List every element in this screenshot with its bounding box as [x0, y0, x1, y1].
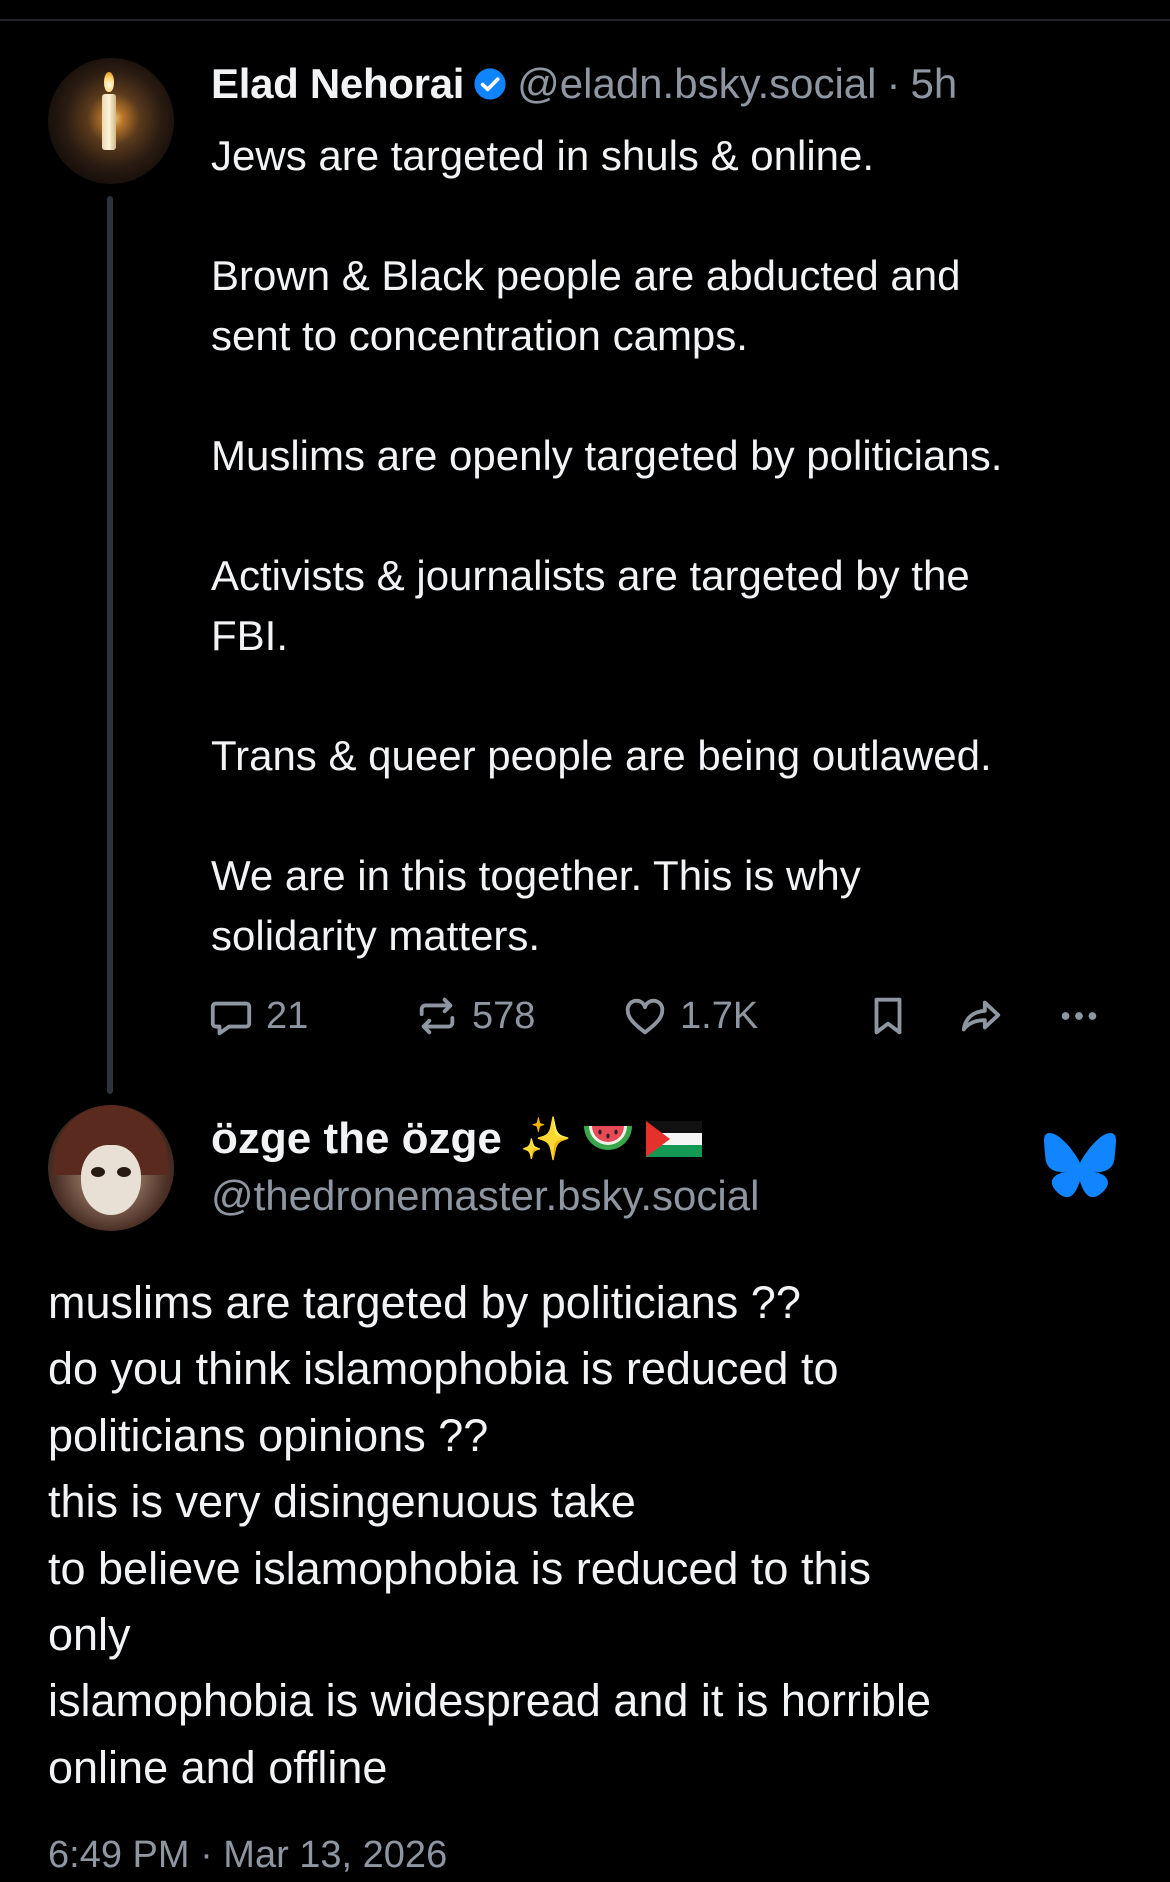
more-icon: [1061, 1012, 1097, 1020]
post-line: Activists & journalists are targeted by …: [211, 552, 970, 599]
reply-line: this is very disingenuous take: [48, 1476, 636, 1528]
reply-line: only: [48, 1609, 131, 1661]
post-timestamp: 6:49 PM · Mar 13, 2026: [48, 1834, 448, 1876]
mask-eye: [117, 1167, 131, 1177]
share-icon: [961, 1000, 1001, 1032]
bookmark-button[interactable]: [865, 988, 911, 1044]
reply-line: do you think islamophobia is reduced to: [48, 1343, 839, 1395]
post-line: FBI.: [211, 612, 289, 659]
author-avatar[interactable]: [48, 58, 174, 184]
bookmark-icon: [874, 997, 902, 1035]
reply-count: 21: [266, 994, 309, 1037]
reply-line: politicians opinions ??: [48, 1409, 489, 1461]
post-line: solidarity matters.: [211, 912, 541, 959]
candle-flame: [104, 72, 114, 92]
reply-line: islamophobia is widespread and it is hor…: [48, 1675, 931, 1727]
author-handle[interactable]: @eladn.bsky.social: [517, 60, 876, 108]
post-line-gap: [211, 786, 1151, 846]
verified-icon: [474, 68, 506, 100]
post-line-gap: [211, 666, 1151, 726]
post-line: Jews are targeted in shuls & online.: [211, 132, 875, 179]
mask-eye: [91, 1167, 105, 1177]
post-line-gap: [211, 486, 1151, 546]
reply-icon: [210, 1001, 252, 1036]
reply-line: online and offline: [48, 1741, 388, 1793]
share-button[interactable]: [958, 988, 1004, 1044]
top-divider: [0, 19, 1170, 21]
post-line: sent to concentration camps.: [211, 312, 748, 359]
post-line: Trans & queer people are being outlawed.: [211, 732, 992, 779]
like-button[interactable]: 1.7K: [622, 988, 758, 1044]
watermelon-icon: [584, 1126, 633, 1150]
reply-body: muslims are targeted by politicians ?? d…: [48, 1270, 1148, 1801]
palestine-flag-icon: [646, 1121, 703, 1157]
reply-button[interactable]: 21: [208, 988, 308, 1044]
author-name[interactable]: Elad Nehorai: [211, 60, 464, 108]
post-body: Jews are targeted in shuls & online. Bro…: [211, 126, 1151, 966]
repost-button[interactable]: 578: [414, 988, 535, 1044]
post-header: Elad Nehorai @eladn.bsky.social · 5h: [211, 54, 957, 114]
post-time[interactable]: 5h: [911, 60, 958, 108]
post-line: Brown & Black people are abducted and: [211, 252, 961, 299]
reply-line: to believe islamophobia is reduced to th…: [48, 1542, 871, 1594]
reply-author-name[interactable]: özge the özge: [211, 1114, 502, 1164]
like-icon: [625, 998, 665, 1035]
candle: [102, 94, 116, 150]
post-line-gap: [211, 366, 1151, 426]
like-count: 1.7K: [680, 994, 759, 1037]
post-line: Muslims are openly targeted by politicia…: [211, 432, 1003, 479]
reply-author-avatar[interactable]: [48, 1105, 174, 1231]
more-options-button[interactable]: [1056, 988, 1102, 1044]
sparkles-icon: ✨: [519, 1114, 573, 1163]
thread-line: [107, 196, 113, 1094]
reply-name-row: özge the özge ✨: [211, 1108, 703, 1170]
post-actions: 21 578 1.7K: [208, 988, 1128, 1044]
header-separator: ·: [886, 60, 901, 107]
repost-icon: [419, 997, 455, 1035]
post-line-gap: [211, 186, 1151, 246]
post-line: We are in this together. This is why: [211, 852, 861, 899]
reply-author-handle[interactable]: @thedronemaster.bsky.social: [211, 1172, 759, 1220]
repost-count: 578: [472, 994, 536, 1037]
bluesky-butterfly-icon[interactable]: [1044, 1130, 1116, 1200]
reply-line: muslims are targeted by politicians ??: [48, 1277, 801, 1328]
avatar-hockey-mask: [81, 1145, 141, 1215]
